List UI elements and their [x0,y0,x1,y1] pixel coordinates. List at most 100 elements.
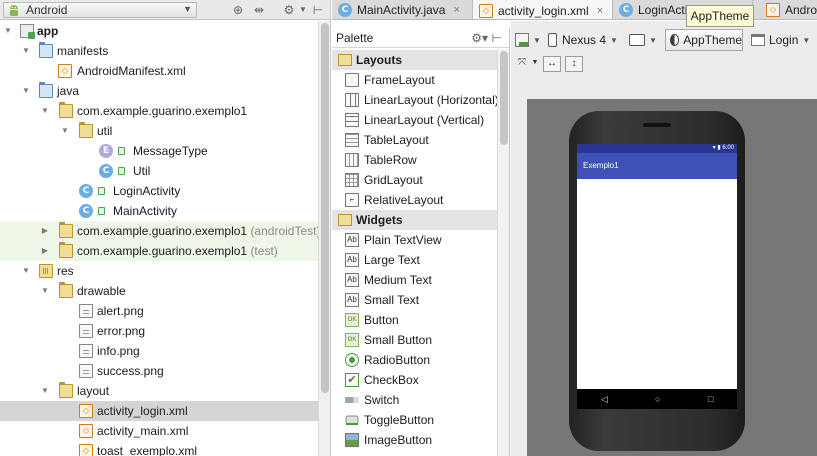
wifi-icon: ▾ [712,145,716,151]
chevron-down-icon[interactable]: ▼ [529,56,541,72]
gear-dropdown-icon[interactable]: ▼ [295,2,311,18]
device-selector[interactable]: Nexus 4 ▼ [548,30,618,50]
tree-item-java[interactable]: ▼ java [0,81,318,101]
battery-icon: ▮ [717,145,721,151]
palette-group-widgets[interactable]: Widgets [332,210,497,230]
tree-item-manifests[interactable]: ▼ manifests [0,41,318,61]
palette-title: Palette [336,31,374,45]
palette-item-large-text[interactable]: Ab Large Text [332,250,497,270]
expand-arrow-icon[interactable]: ▼ [21,41,31,61]
expand-arrow-icon[interactable]: ▼ [3,21,13,41]
tree-item-activity-login[interactable]: ◇ activity_login.xml [0,401,318,421]
tree-item-util[interactable]: ▼ util [0,121,318,141]
palette-item-linearlayout-horizontal[interactable]: LinearLayout (Horizontal) [332,90,499,110]
close-icon[interactable]: × [453,4,459,16]
expand-arrow-icon[interactable]: ▼ [21,81,31,101]
tree-item-res[interactable]: ▼ res [0,261,318,281]
device-frame: ▾ ▮ 6:00 Exemplo1 ◁ ○ □ [569,111,745,451]
resize-horizontal-icon[interactable]: ↔ [543,56,561,72]
app-title: Exemplo1 [583,161,619,170]
xml-file-icon: ◇ [79,404,93,418]
palette-scrollbar[interactable] [497,49,509,456]
back-icon[interactable]: ◁ [601,394,608,405]
tree-item-label: alert.png [97,304,144,318]
tree-item-error-png[interactable]: error.png [0,321,318,341]
xml-file-icon: ◇ [58,64,72,78]
collapse-icon[interactable]: ⇹ [251,2,267,18]
tree-item-loginactivity[interactable]: C LoginActivity [0,181,318,201]
tree-item-drawable[interactable]: ▼ drawable [0,281,318,301]
expand-arrow-icon[interactable]: ▼ [40,281,50,301]
device-screen[interactable]: ▾ ▮ 6:00 Exemplo1 [577,144,737,389]
tree-item-package-androidtest[interactable]: ▶ com.example.guarino.exemplo1 (androidT… [0,221,320,241]
expand-arrow-icon[interactable]: ▼ [21,261,31,281]
expand-arrow-icon[interactable]: ▼ [40,381,50,401]
textview-icon: Ab [345,293,359,307]
resize-vertical-icon[interactable]: ↕ [565,56,583,72]
tree-item-toast-exemplo[interactable]: ◇ toast_exemplo.xml [0,441,318,456]
tab-mainactivity[interactable]: C MainActivity.java × [332,0,473,19]
tree-item-messagetype[interactable]: E MessageType [0,141,318,161]
theme-button[interactable]: AppTheme [665,29,743,51]
orientation-button[interactable]: ▼ [629,30,657,50]
palette-item-switch[interactable]: Switch [332,390,497,410]
design-canvas[interactable]: ▾ ▮ 6:00 Exemplo1 ◁ ○ □ [527,99,817,456]
palette-item-checkbox[interactable]: ✔ CheckBox [332,370,497,390]
palette-item-label: Small Button [364,333,433,347]
tree-item-success-png[interactable]: success.png [0,361,318,381]
res-folder-icon [39,264,53,278]
scrollbar-thumb[interactable] [500,51,508,145]
tree-item-package-test[interactable]: ▶ com.example.guarino.exemplo1 (test) [0,241,318,261]
tree-item-alert-png[interactable]: alert.png [0,301,318,321]
palette-item-togglebutton[interactable]: ToggleButton [332,410,497,430]
palette-item-tablerow[interactable]: TableRow [332,150,497,170]
tab-androidmanifest[interactable]: ◇ Andro [760,0,817,19]
hide-panel-icon[interactable]: ⊢ [310,2,326,18]
palette-item-label: ImageButton [364,433,433,447]
palette-item-small-text[interactable]: Ab Small Text [332,290,497,310]
tree-item-androidmanifest[interactable]: ◇ AndroidManifest.xml [0,61,318,81]
recent-apps-icon[interactable]: □ [708,394,713,404]
tree-item-package-main[interactable]: ▼ com.example.guarino.exemplo1 [0,101,318,121]
gear-icon[interactable]: ⚙▾ [471,28,488,48]
palette-group-layouts[interactable]: Layouts [332,50,497,70]
palette-item-small-button[interactable]: OK Small Button [332,330,497,350]
design-mode-button[interactable]: ▼ [515,30,541,50]
tab-activity-login[interactable]: ◇ activity_login.xml × [473,0,613,19]
lock-icon [98,207,105,215]
tree-item-layout[interactable]: ▼ layout [0,381,318,401]
close-icon[interactable]: × [597,5,603,17]
activity-icon [751,34,765,46]
palette-item-plain-textview[interactable]: Ab Plain TextView [332,230,497,250]
expand-arrow-icon[interactable]: ▶ [40,221,50,241]
hide-panel-icon[interactable]: ⊢ [492,28,502,48]
lock-icon [118,147,125,155]
palette-item-framelayout[interactable]: FrameLayout [332,70,497,90]
scrollbar-thumb[interactable] [321,23,329,393]
palette-item-medium-text[interactable]: Ab Medium Text [332,270,497,290]
project-scrollbar[interactable] [318,21,330,456]
tree-item-info-png[interactable]: info.png [0,341,318,361]
home-icon[interactable]: ○ [655,394,660,404]
project-toolbar: Android ▼ ⊕ ⇹ ⚙ ▼ ⊢ [0,0,330,20]
expand-arrow-icon[interactable]: ▶ [40,241,50,261]
globe-icon[interactable]: ⊕ [230,2,246,18]
palette-item-linearlayout-vertical[interactable]: LinearLayout (Vertical) [332,110,497,130]
tree-item-util-class[interactable]: C Util [0,161,318,181]
expand-arrow-icon[interactable]: ▼ [60,121,70,141]
palette-item-button[interactable]: OK Button [332,310,497,330]
tablelayout-icon [345,133,359,147]
expand-arrow-icon[interactable]: ▼ [40,101,50,121]
project-view-selector[interactable]: Android ▼ [3,2,197,18]
palette-item-tablelayout[interactable]: TableLayout [332,130,497,150]
tree-item-app[interactable]: ▼ app [0,21,318,41]
activity-selector[interactable]: Login ▼ [751,30,810,50]
palette-item-gridlayout[interactable]: GridLayout [332,170,497,190]
palette-item-imagebutton[interactable]: ImageButton [332,430,497,450]
tree-item-activity-main[interactable]: ◇ activity_main.xml [0,421,318,441]
theme-icon [670,34,680,46]
tree-item-mainactivity[interactable]: C MainActivity [0,201,318,221]
tree-item-label: MessageType [133,144,208,158]
palette-item-relativelayout[interactable]: ⌐ RelativeLayout [332,190,497,210]
palette-item-radiobutton[interactable]: RadioButton [332,350,497,370]
